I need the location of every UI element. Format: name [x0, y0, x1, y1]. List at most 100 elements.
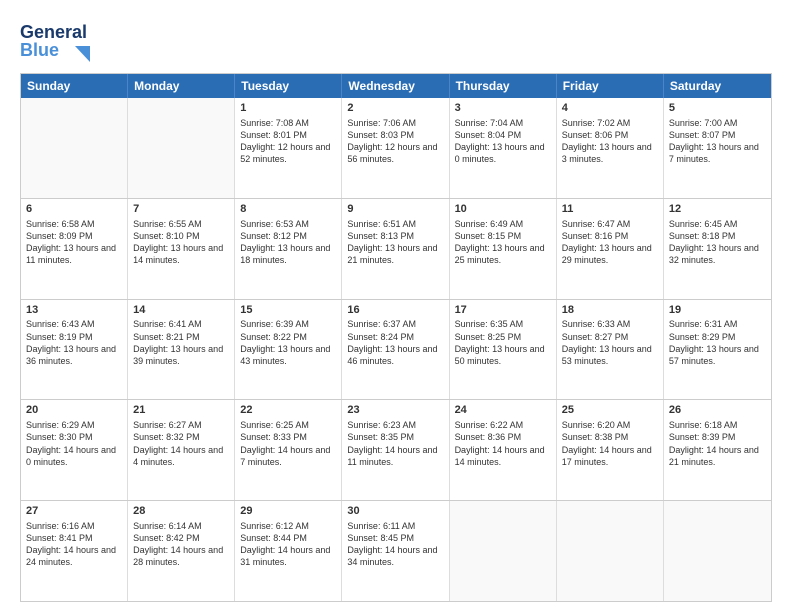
- day-info: Sunrise: 6:18 AM Sunset: 8:39 PM Dayligh…: [669, 419, 766, 468]
- header-day-sunday: Sunday: [21, 74, 128, 98]
- day-cell-9: 9Sunrise: 6:51 AM Sunset: 8:13 PM Daylig…: [342, 199, 449, 299]
- day-cell-21: 21Sunrise: 6:27 AM Sunset: 8:32 PM Dayli…: [128, 400, 235, 500]
- day-number: 13: [26, 303, 122, 318]
- day-cell-15: 15Sunrise: 6:39 AM Sunset: 8:22 PM Dayli…: [235, 300, 342, 400]
- day-info: Sunrise: 6:22 AM Sunset: 8:36 PM Dayligh…: [455, 419, 551, 468]
- day-number: 11: [562, 202, 658, 217]
- day-info: Sunrise: 6:25 AM Sunset: 8:33 PM Dayligh…: [240, 419, 336, 468]
- day-cell-12: 12Sunrise: 6:45 AM Sunset: 8:18 PM Dayli…: [664, 199, 771, 299]
- day-cell-28: 28Sunrise: 6:14 AM Sunset: 8:42 PM Dayli…: [128, 501, 235, 601]
- day-cell-19: 19Sunrise: 6:31 AM Sunset: 8:29 PM Dayli…: [664, 300, 771, 400]
- day-info: Sunrise: 6:41 AM Sunset: 8:21 PM Dayligh…: [133, 318, 229, 367]
- header: General Blue: [20, 18, 772, 63]
- day-cell-2: 2Sunrise: 7:06 AM Sunset: 8:03 PM Daylig…: [342, 98, 449, 198]
- day-cell-14: 14Sunrise: 6:41 AM Sunset: 8:21 PM Dayli…: [128, 300, 235, 400]
- day-number: 17: [455, 303, 551, 318]
- day-number: 24: [455, 403, 551, 418]
- header-day-monday: Monday: [128, 74, 235, 98]
- day-number: 14: [133, 303, 229, 318]
- day-number: 22: [240, 403, 336, 418]
- day-number: 5: [669, 101, 766, 116]
- week-row-2: 6Sunrise: 6:58 AM Sunset: 8:09 PM Daylig…: [21, 198, 771, 299]
- calendar: SundayMondayTuesdayWednesdayThursdayFrid…: [20, 73, 772, 602]
- day-number: 2: [347, 101, 443, 116]
- day-cell-24: 24Sunrise: 6:22 AM Sunset: 8:36 PM Dayli…: [450, 400, 557, 500]
- header-day-friday: Friday: [557, 74, 664, 98]
- empty-cell: [128, 98, 235, 198]
- day-cell-4: 4Sunrise: 7:02 AM Sunset: 8:06 PM Daylig…: [557, 98, 664, 198]
- day-cell-23: 23Sunrise: 6:23 AM Sunset: 8:35 PM Dayli…: [342, 400, 449, 500]
- day-cell-18: 18Sunrise: 6:33 AM Sunset: 8:27 PM Dayli…: [557, 300, 664, 400]
- day-info: Sunrise: 7:04 AM Sunset: 8:04 PM Dayligh…: [455, 117, 551, 166]
- day-number: 1: [240, 101, 336, 116]
- logo-icon: General Blue: [20, 18, 90, 63]
- day-number: 20: [26, 403, 122, 418]
- day-info: Sunrise: 6:31 AM Sunset: 8:29 PM Dayligh…: [669, 318, 766, 367]
- day-number: 27: [26, 504, 122, 519]
- week-row-3: 13Sunrise: 6:43 AM Sunset: 8:19 PM Dayli…: [21, 299, 771, 400]
- week-row-1: 1Sunrise: 7:08 AM Sunset: 8:01 PM Daylig…: [21, 98, 771, 198]
- day-number: 30: [347, 504, 443, 519]
- day-number: 16: [347, 303, 443, 318]
- day-info: Sunrise: 6:14 AM Sunset: 8:42 PM Dayligh…: [133, 520, 229, 569]
- day-cell-30: 30Sunrise: 6:11 AM Sunset: 8:45 PM Dayli…: [342, 501, 449, 601]
- day-cell-8: 8Sunrise: 6:53 AM Sunset: 8:12 PM Daylig…: [235, 199, 342, 299]
- day-number: 19: [669, 303, 766, 318]
- day-info: Sunrise: 6:33 AM Sunset: 8:27 PM Dayligh…: [562, 318, 658, 367]
- week-row-5: 27Sunrise: 6:16 AM Sunset: 8:41 PM Dayli…: [21, 500, 771, 601]
- header-day-saturday: Saturday: [664, 74, 771, 98]
- empty-cell: [450, 501, 557, 601]
- header-day-wednesday: Wednesday: [342, 74, 449, 98]
- day-cell-5: 5Sunrise: 7:00 AM Sunset: 8:07 PM Daylig…: [664, 98, 771, 198]
- day-cell-7: 7Sunrise: 6:55 AM Sunset: 8:10 PM Daylig…: [128, 199, 235, 299]
- day-number: 28: [133, 504, 229, 519]
- week-row-4: 20Sunrise: 6:29 AM Sunset: 8:30 PM Dayli…: [21, 399, 771, 500]
- day-number: 29: [240, 504, 336, 519]
- day-number: 26: [669, 403, 766, 418]
- day-cell-10: 10Sunrise: 6:49 AM Sunset: 8:15 PM Dayli…: [450, 199, 557, 299]
- day-info: Sunrise: 6:35 AM Sunset: 8:25 PM Dayligh…: [455, 318, 551, 367]
- day-number: 3: [455, 101, 551, 116]
- day-number: 10: [455, 202, 551, 217]
- day-number: 25: [562, 403, 658, 418]
- day-info: Sunrise: 6:43 AM Sunset: 8:19 PM Dayligh…: [26, 318, 122, 367]
- day-cell-11: 11Sunrise: 6:47 AM Sunset: 8:16 PM Dayli…: [557, 199, 664, 299]
- svg-text:Blue: Blue: [20, 40, 59, 60]
- day-info: Sunrise: 6:37 AM Sunset: 8:24 PM Dayligh…: [347, 318, 443, 367]
- empty-cell: [557, 501, 664, 601]
- day-info: Sunrise: 6:55 AM Sunset: 8:10 PM Dayligh…: [133, 218, 229, 267]
- day-cell-29: 29Sunrise: 6:12 AM Sunset: 8:44 PM Dayli…: [235, 501, 342, 601]
- day-cell-1: 1Sunrise: 7:08 AM Sunset: 8:01 PM Daylig…: [235, 98, 342, 198]
- day-info: Sunrise: 6:11 AM Sunset: 8:45 PM Dayligh…: [347, 520, 443, 569]
- day-cell-20: 20Sunrise: 6:29 AM Sunset: 8:30 PM Dayli…: [21, 400, 128, 500]
- logo: General Blue: [20, 18, 94, 63]
- day-info: Sunrise: 6:16 AM Sunset: 8:41 PM Dayligh…: [26, 520, 122, 569]
- day-number: 7: [133, 202, 229, 217]
- day-cell-13: 13Sunrise: 6:43 AM Sunset: 8:19 PM Dayli…: [21, 300, 128, 400]
- day-cell-16: 16Sunrise: 6:37 AM Sunset: 8:24 PM Dayli…: [342, 300, 449, 400]
- day-info: Sunrise: 6:53 AM Sunset: 8:12 PM Dayligh…: [240, 218, 336, 267]
- day-cell-22: 22Sunrise: 6:25 AM Sunset: 8:33 PM Dayli…: [235, 400, 342, 500]
- day-info: Sunrise: 6:58 AM Sunset: 8:09 PM Dayligh…: [26, 218, 122, 267]
- empty-cell: [664, 501, 771, 601]
- day-number: 8: [240, 202, 336, 217]
- day-info: Sunrise: 7:02 AM Sunset: 8:06 PM Dayligh…: [562, 117, 658, 166]
- day-info: Sunrise: 6:29 AM Sunset: 8:30 PM Dayligh…: [26, 419, 122, 468]
- day-number: 6: [26, 202, 122, 217]
- day-cell-3: 3Sunrise: 7:04 AM Sunset: 8:04 PM Daylig…: [450, 98, 557, 198]
- day-cell-6: 6Sunrise: 6:58 AM Sunset: 8:09 PM Daylig…: [21, 199, 128, 299]
- day-number: 23: [347, 403, 443, 418]
- calendar-header-row: SundayMondayTuesdayWednesdayThursdayFrid…: [21, 74, 771, 98]
- day-cell-26: 26Sunrise: 6:18 AM Sunset: 8:39 PM Dayli…: [664, 400, 771, 500]
- day-info: Sunrise: 6:27 AM Sunset: 8:32 PM Dayligh…: [133, 419, 229, 468]
- day-info: Sunrise: 6:12 AM Sunset: 8:44 PM Dayligh…: [240, 520, 336, 569]
- day-info: Sunrise: 7:00 AM Sunset: 8:07 PM Dayligh…: [669, 117, 766, 166]
- day-number: 15: [240, 303, 336, 318]
- day-number: 4: [562, 101, 658, 116]
- page: General Blue SundayMondayTuesdayWednesda…: [0, 0, 792, 612]
- day-info: Sunrise: 6:23 AM Sunset: 8:35 PM Dayligh…: [347, 419, 443, 468]
- header-day-thursday: Thursday: [450, 74, 557, 98]
- day-info: Sunrise: 6:20 AM Sunset: 8:38 PM Dayligh…: [562, 419, 658, 468]
- day-info: Sunrise: 6:49 AM Sunset: 8:15 PM Dayligh…: [455, 218, 551, 267]
- day-info: Sunrise: 6:51 AM Sunset: 8:13 PM Dayligh…: [347, 218, 443, 267]
